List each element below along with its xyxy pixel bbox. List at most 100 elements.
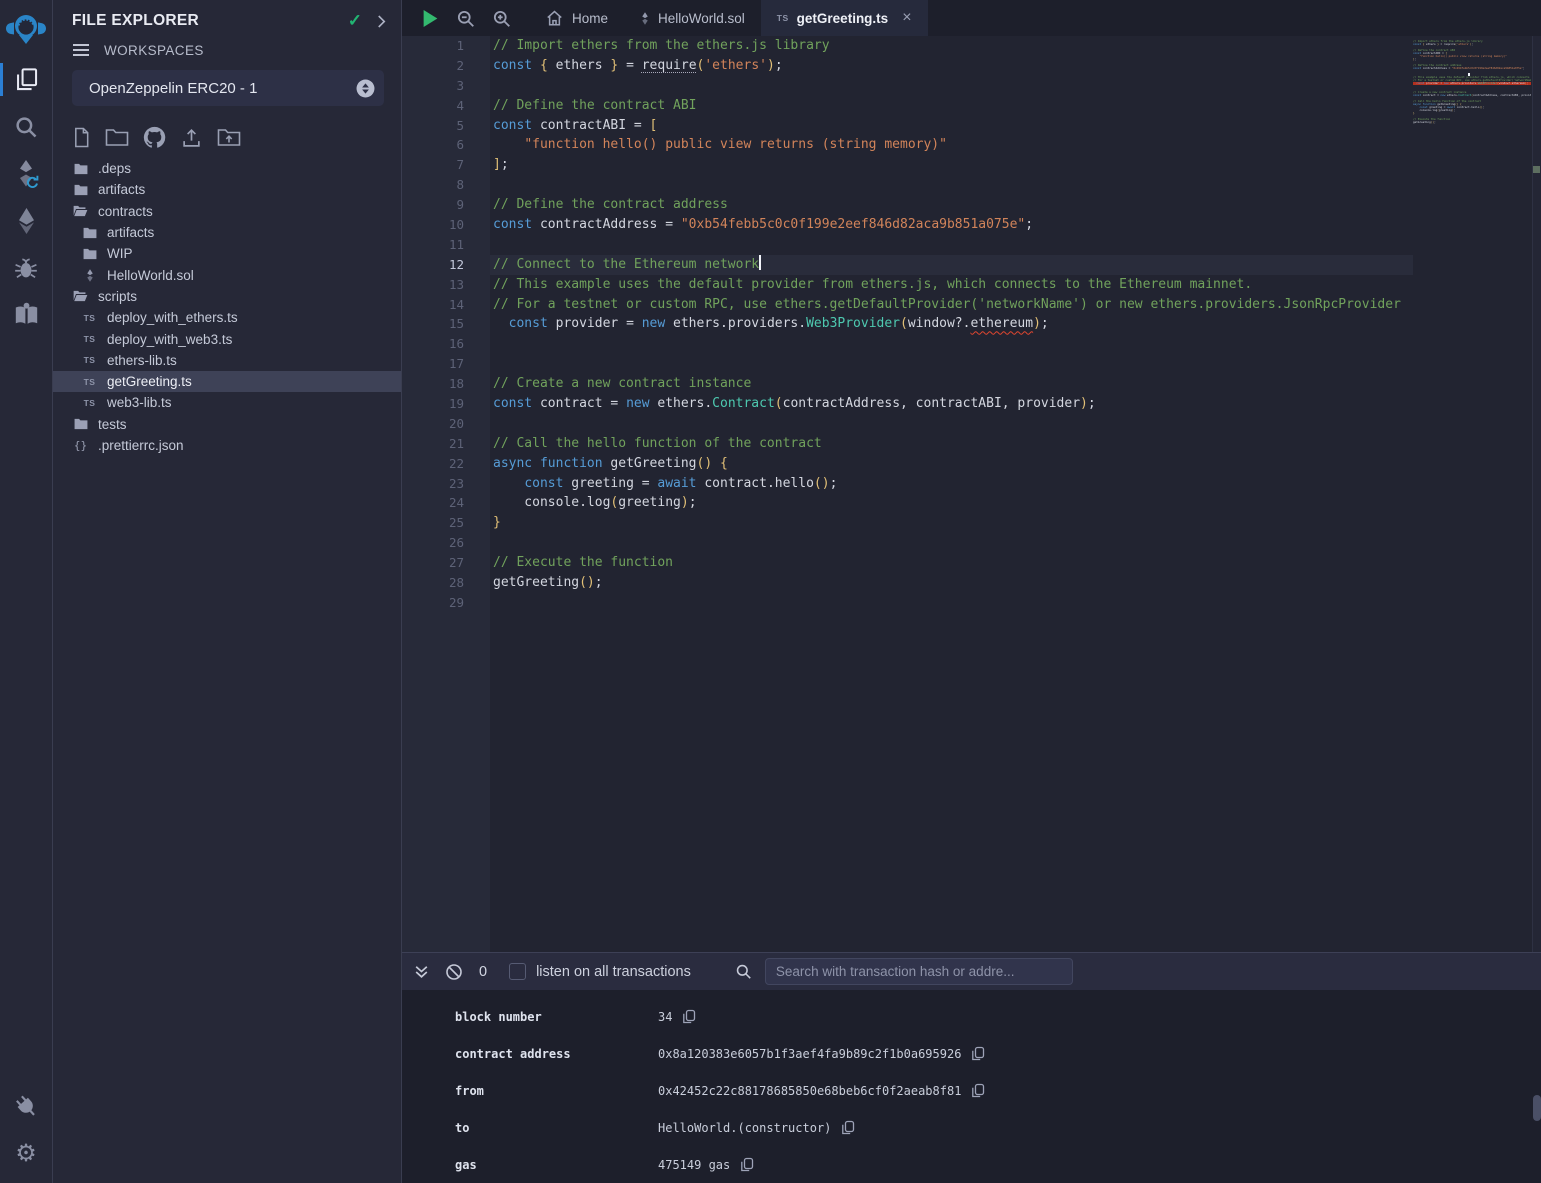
code-line-content: const contract = new ethers.Contract(con… — [490, 394, 1413, 414]
zoom-in-button[interactable] — [492, 9, 511, 28]
ts-icon: TS — [81, 334, 98, 344]
line-number: 16 — [402, 334, 490, 354]
workspaces-menu-icon[interactable] — [72, 43, 90, 57]
editor-scrollbar-thumb[interactable] — [1533, 166, 1540, 173]
file-tree-item-label: scripts — [98, 289, 137, 304]
line-number: 19 — [402, 394, 490, 414]
code-line-26: 26 — [402, 533, 1413, 553]
line-number: 29 — [402, 593, 490, 613]
file-tree-item-deploy-with-ethers-ts[interactable]: TSdeploy_with_ethers.ts — [53, 307, 401, 328]
line-number: 2 — [402, 56, 490, 76]
plugin-manager-icon — [13, 1093, 40, 1120]
file-tree-item-contracts[interactable]: contracts — [53, 201, 401, 222]
file-tree-item-label: .deps — [98, 161, 131, 176]
code-line-content — [490, 235, 1413, 255]
line-number: 13 — [402, 275, 490, 295]
code-line-20: 20 — [402, 414, 1413, 434]
tab-home[interactable]: Home — [529, 0, 624, 36]
file-tree-item-deploy-with-web3-ts[interactable]: TSdeploy_with_web3.ts — [53, 328, 401, 349]
terminal-scrollbar-thumb[interactable] — [1533, 1095, 1541, 1121]
new-folder-button[interactable] — [105, 127, 129, 147]
code-line-content — [490, 334, 1413, 354]
line-number: 8 — [402, 175, 490, 195]
code-line-content — [490, 76, 1413, 96]
file-tree-item--prettierrc-json[interactable]: {}.prettierrc.json — [53, 435, 401, 456]
plugin-manager-button[interactable] — [0, 1083, 53, 1130]
detail-value: 475149 gas — [658, 1158, 730, 1172]
tab-getgreeting-ts[interactable]: TSgetGreeting.ts× — [761, 0, 928, 36]
copy-icon[interactable] — [682, 1009, 696, 1024]
listen-all-transactions-checkbox[interactable] — [509, 963, 526, 980]
close-tab-icon[interactable]: × — [902, 9, 911, 27]
file-tree-item-tests[interactable]: tests — [53, 414, 401, 435]
file-tree-item-getgreeting-ts[interactable]: TSgetGreeting.ts — [53, 371, 401, 392]
file-tree-item--deps[interactable]: .deps — [53, 158, 401, 179]
expand-terminal-icon[interactable] — [413, 963, 430, 980]
copy-icon[interactable] — [841, 1120, 855, 1135]
line-number: 3 — [402, 76, 490, 96]
zoom-out-button[interactable] — [456, 9, 475, 28]
solidity-compiler-icon — [12, 159, 40, 189]
workspace-sort-icon[interactable] — [356, 79, 375, 98]
copy-icon[interactable] — [971, 1083, 985, 1098]
line-number: 23 — [402, 474, 490, 494]
solidity-learneth-button[interactable] — [0, 291, 53, 338]
clear-console-icon[interactable] — [445, 963, 463, 981]
new-file-icon — [72, 127, 91, 148]
transaction-search-input[interactable] — [765, 958, 1073, 985]
tab-helloworld-sol[interactable]: HelloWorld.sol — [624, 0, 761, 36]
file-tree-item-artifacts[interactable]: artifacts — [53, 222, 401, 243]
workspace-selector[interactable]: OpenZeppelin ERC20 - 1 — [72, 70, 384, 106]
transaction-detail-row: toHelloWorld.(constructor) — [402, 1109, 1541, 1146]
transaction-detail-row: from0x42452c22c88178685850e68beb6cf0f2ae… — [402, 1072, 1541, 1109]
chevron-right-icon[interactable] — [376, 14, 387, 29]
solidity-compiler-button[interactable] — [0, 150, 53, 197]
remix-logo-button[interactable] — [0, 0, 53, 56]
file-tree-item-label: web3-lib.ts — [107, 395, 172, 410]
github-button[interactable] — [143, 126, 166, 149]
line-number: 21 — [402, 434, 490, 454]
deploy-run-button[interactable] — [0, 197, 53, 244]
file-tree-item-label: ethers-lib.ts — [107, 353, 177, 368]
new-folder-icon — [105, 127, 129, 147]
copy-icon[interactable] — [740, 1157, 754, 1172]
file-tree-item-helloworld-sol[interactable]: HelloWorld.sol — [53, 264, 401, 285]
upload-file-button[interactable] — [180, 127, 203, 148]
file-tree-item-label: tests — [98, 417, 127, 432]
detail-label: gas — [455, 1158, 658, 1172]
search-button[interactable] — [0, 103, 53, 150]
code-line-21: 21// Call the hello function of the cont… — [402, 434, 1413, 454]
upload-folder-button[interactable] — [217, 127, 241, 147]
code-line-content: // Call the hello function of the contra… — [490, 434, 1413, 454]
activity-bar-top — [0, 0, 52, 338]
file-tree-item-wip[interactable]: WIP — [53, 243, 401, 264]
file-tree-item-scripts[interactable]: scripts — [53, 286, 401, 307]
run-script-button[interactable] — [422, 9, 439, 28]
file-tree-item-web3-lib-ts[interactable]: TSweb3-lib.ts — [53, 392, 401, 413]
upload-file-icon — [180, 127, 203, 148]
code-line-content — [490, 593, 1413, 613]
debugger-button[interactable] — [0, 244, 53, 291]
copy-icon[interactable] — [971, 1046, 985, 1061]
file-tree-item-ethers-lib-ts[interactable]: TSethers-lib.ts — [53, 350, 401, 371]
minimap[interactable]: // Import ethers from the ethers.js libr… — [1413, 36, 1531, 952]
detail-value: 0x42452c22c88178685850e68beb6cf0f2aeab8f… — [658, 1084, 961, 1098]
file-explorer-button[interactable] — [0, 56, 53, 103]
code-line-9: 9// Define the contract address — [402, 195, 1413, 215]
minimap-line — [1413, 124, 1531, 127]
file-tree-item-label: .prettierrc.json — [98, 438, 184, 453]
settings-button[interactable]: ⚙ — [0, 1130, 53, 1177]
code-editor[interactable]: 1// Import ethers from the ethers.js lib… — [402, 36, 1541, 952]
editor-scrollbar[interactable] — [1532, 36, 1541, 952]
file-tree-item-artifacts[interactable]: artifacts — [53, 179, 401, 200]
code-line-content: getGreeting(); — [490, 573, 1413, 593]
code-line-4: 4// Define the contract ABI — [402, 96, 1413, 116]
settings-icon: ⚙ — [15, 1142, 37, 1166]
code-line-19: 19const contract = new ethers.Contract(c… — [402, 394, 1413, 414]
code-line-29: 29 — [402, 593, 1413, 613]
line-number: 27 — [402, 553, 490, 573]
code-line-3: 3 — [402, 76, 1413, 96]
tab-bar: HomeHelloWorld.solTSgetGreeting.ts× — [402, 0, 1541, 36]
code-line-23: 23 const greeting = await contract.hello… — [402, 474, 1413, 494]
new-file-button[interactable] — [72, 127, 91, 148]
